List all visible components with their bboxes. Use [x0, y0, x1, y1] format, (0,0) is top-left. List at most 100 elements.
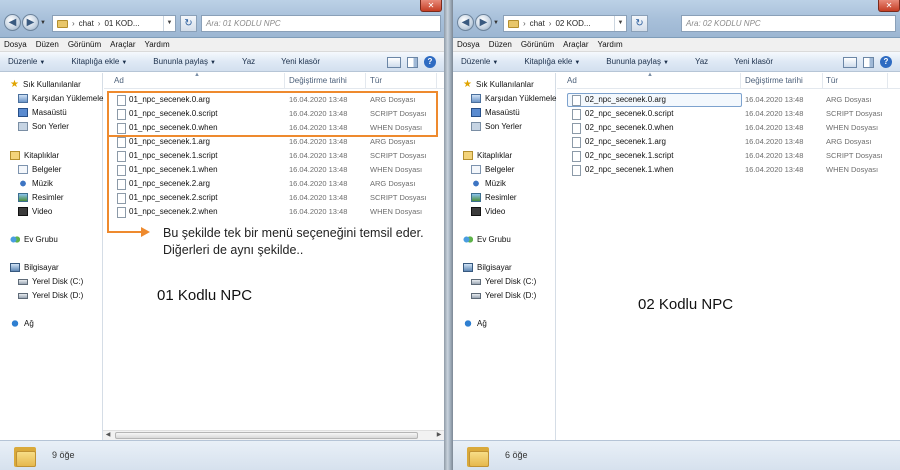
nav-documents[interactable]: Belgeler	[471, 165, 514, 174]
breadcrumb-segment[interactable]: 02 KOD...	[555, 19, 590, 28]
file-icon	[117, 137, 126, 148]
scrollbar-thumb[interactable]	[115, 432, 418, 439]
organize-button[interactable]: Düzenle ▼	[461, 57, 498, 66]
back-button[interactable]: ◀	[4, 14, 21, 31]
chevron-down-icon[interactable]: ▼	[163, 16, 175, 31]
new-folder-button[interactable]: Yeni klasör	[734, 57, 773, 66]
close-button[interactable]: ✕	[878, 0, 900, 12]
menu-tools[interactable]: Araçlar	[110, 40, 135, 49]
horizontal-scrollbar[interactable]: ◀ ▶	[103, 430, 444, 440]
file-row[interactable]: 02_npc_secenek.1.when 16.04.2020 13:48 W…	[557, 163, 900, 177]
nav-computer[interactable]: Bilgisayar	[463, 263, 512, 272]
change-view-icon[interactable]	[843, 56, 857, 68]
file-row[interactable]: 02_npc_secenek.1.script 16.04.2020 13:48…	[557, 149, 900, 163]
nav-videos[interactable]: Video	[471, 207, 505, 216]
nav-desktop[interactable]: Masaüstü	[18, 108, 67, 117]
chevron-down-icon[interactable]: ▼	[614, 16, 626, 31]
help-icon[interactable]: ?	[880, 56, 892, 68]
breadcrumb-segment[interactable]: chat	[530, 19, 545, 28]
file-row[interactable]: 02_npc_secenek.0.when 16.04.2020 13:48 W…	[557, 121, 900, 135]
file-row[interactable]: 02_npc_secenek.0.script 16.04.2020 13:48…	[557, 107, 900, 121]
menu-edit[interactable]: Düzen	[489, 40, 512, 49]
nav-pictures[interactable]: Resimler	[471, 193, 517, 202]
nav-disk-d[interactable]: Yerel Disk (D:)	[18, 291, 83, 300]
forward-button[interactable]: ▶	[475, 14, 492, 31]
nav-favorites[interactable]: ★ Sık Kullanılanlar	[10, 80, 81, 90]
nav-disk-c[interactable]: Yerel Disk (C:)	[471, 277, 536, 286]
file-row[interactable]: 01_npc_secenek.2.script 16.04.2020 13:48…	[104, 191, 444, 205]
column-type[interactable]: Tür	[370, 76, 382, 85]
nav-homegroup[interactable]: Ev Grubu	[463, 235, 511, 244]
menu-help[interactable]: Yardım	[145, 40, 170, 49]
search-input[interactable]: Ara: 01 KODLU NPC	[201, 15, 441, 32]
close-button[interactable]: ✕	[420, 0, 442, 12]
file-icon	[572, 109, 581, 120]
share-with-button[interactable]: Bununla paylaş ▼	[606, 57, 669, 66]
organize-button[interactable]: Düzenle ▼	[8, 57, 45, 66]
address-bar[interactable]: › chat › 01 KOD... ▼	[52, 15, 176, 32]
nav-recent[interactable]: Son Yerler	[471, 122, 522, 131]
breadcrumb-segment[interactable]: 01 KOD...	[104, 19, 139, 28]
history-dropdown-icon[interactable]: ▼	[493, 20, 499, 26]
nav-disk-c[interactable]: Yerel Disk (C:)	[18, 277, 83, 286]
share-with-button[interactable]: Bununla paylaş ▼	[153, 57, 216, 66]
nav-downloads[interactable]: Karşıdan Yüklemeler	[471, 94, 559, 103]
file-row[interactable]: 01_npc_secenek.1.script 16.04.2020 13:48…	[104, 149, 444, 163]
column-name[interactable]: Ad	[567, 76, 577, 85]
new-folder-button[interactable]: Yeni klasör	[281, 57, 320, 66]
nav-computer[interactable]: Bilgisayar	[10, 263, 59, 272]
preview-pane-icon[interactable]	[407, 56, 418, 68]
desktop-icon	[471, 108, 481, 117]
refresh-button[interactable]: ↻	[631, 15, 648, 32]
menu-file[interactable]: Dosya	[457, 40, 480, 49]
help-icon[interactable]: ?	[424, 56, 436, 68]
history-dropdown-icon[interactable]: ▼	[40, 20, 46, 26]
change-view-icon[interactable]	[387, 56, 401, 68]
nav-music[interactable]: Müzik	[471, 179, 506, 188]
file-row[interactable]: 02_npc_secenek.1.arg 16.04.2020 13:48 AR…	[557, 135, 900, 149]
file-row[interactable]: 01_npc_secenek.1.when 16.04.2020 13:48 W…	[104, 163, 444, 177]
refresh-button[interactable]: ↻	[180, 15, 197, 32]
nav-network[interactable]: Ağ	[10, 319, 34, 328]
preview-pane-icon[interactable]	[863, 56, 874, 68]
column-name[interactable]: Ad	[114, 76, 124, 85]
nav-libraries[interactable]: Kitaplıklar	[10, 151, 59, 160]
nav-desktop[interactable]: Masaüstü	[471, 108, 520, 117]
column-date[interactable]: Değiştirme tarihi	[289, 76, 347, 85]
column-type[interactable]: Tür	[826, 76, 838, 85]
menu-help[interactable]: Yardım	[598, 40, 623, 49]
nav-downloads[interactable]: Karşıdan Yüklemeler	[18, 94, 106, 103]
back-button[interactable]: ◀	[457, 14, 474, 31]
address-bar[interactable]: › chat › 02 KOD... ▼	[503, 15, 627, 32]
nav-recent[interactable]: Son Yerler	[18, 122, 69, 131]
scroll-left-icon[interactable]: ◀	[103, 431, 113, 440]
forward-button[interactable]: ▶	[22, 14, 39, 31]
include-in-library-button[interactable]: Kitaplığa ekle ▼	[71, 57, 127, 66]
burn-button[interactable]: Yaz	[242, 57, 255, 66]
menu-edit[interactable]: Düzen	[36, 40, 59, 49]
include-in-library-button[interactable]: Kitaplığa ekle ▼	[524, 57, 580, 66]
nav-favorites[interactable]: ★ Sık Kullanılanlar	[463, 80, 534, 90]
column-date[interactable]: Değiştirme tarihi	[745, 76, 803, 85]
menu-view[interactable]: Görünüm	[521, 40, 554, 49]
menu-file[interactable]: Dosya	[4, 40, 27, 49]
file-row[interactable]: 02_npc_secenek.0.arg 16.04.2020 13:48 AR…	[557, 93, 900, 107]
nav-documents[interactable]: Belgeler	[18, 165, 61, 174]
file-row[interactable]: 01_npc_secenek.1.arg 16.04.2020 13:48 AR…	[104, 135, 444, 149]
nav-pictures[interactable]: Resimler	[18, 193, 64, 202]
nav-homegroup[interactable]: Ev Grubu	[10, 235, 58, 244]
search-input[interactable]: Ara: 02 KODLU NPC	[681, 15, 896, 32]
nav-disk-d[interactable]: Yerel Disk (D:)	[471, 291, 536, 300]
nav-music[interactable]: Müzik	[18, 179, 53, 188]
scroll-right-icon[interactable]: ▶	[434, 431, 444, 440]
burn-button[interactable]: Yaz	[695, 57, 708, 66]
nav-network[interactable]: Ağ	[463, 319, 487, 328]
file-row[interactable]: 01_npc_secenek.2.arg 16.04.2020 13:48 AR…	[104, 177, 444, 191]
breadcrumb-segment[interactable]: chat	[79, 19, 94, 28]
menu-tools[interactable]: Araçlar	[563, 40, 588, 49]
video-icon	[18, 207, 28, 216]
nav-videos[interactable]: Video	[18, 207, 52, 216]
file-row[interactable]: 01_npc_secenek.2.when 16.04.2020 13:48 W…	[104, 205, 444, 219]
nav-libraries[interactable]: Kitaplıklar	[463, 151, 512, 160]
menu-view[interactable]: Görünüm	[68, 40, 101, 49]
